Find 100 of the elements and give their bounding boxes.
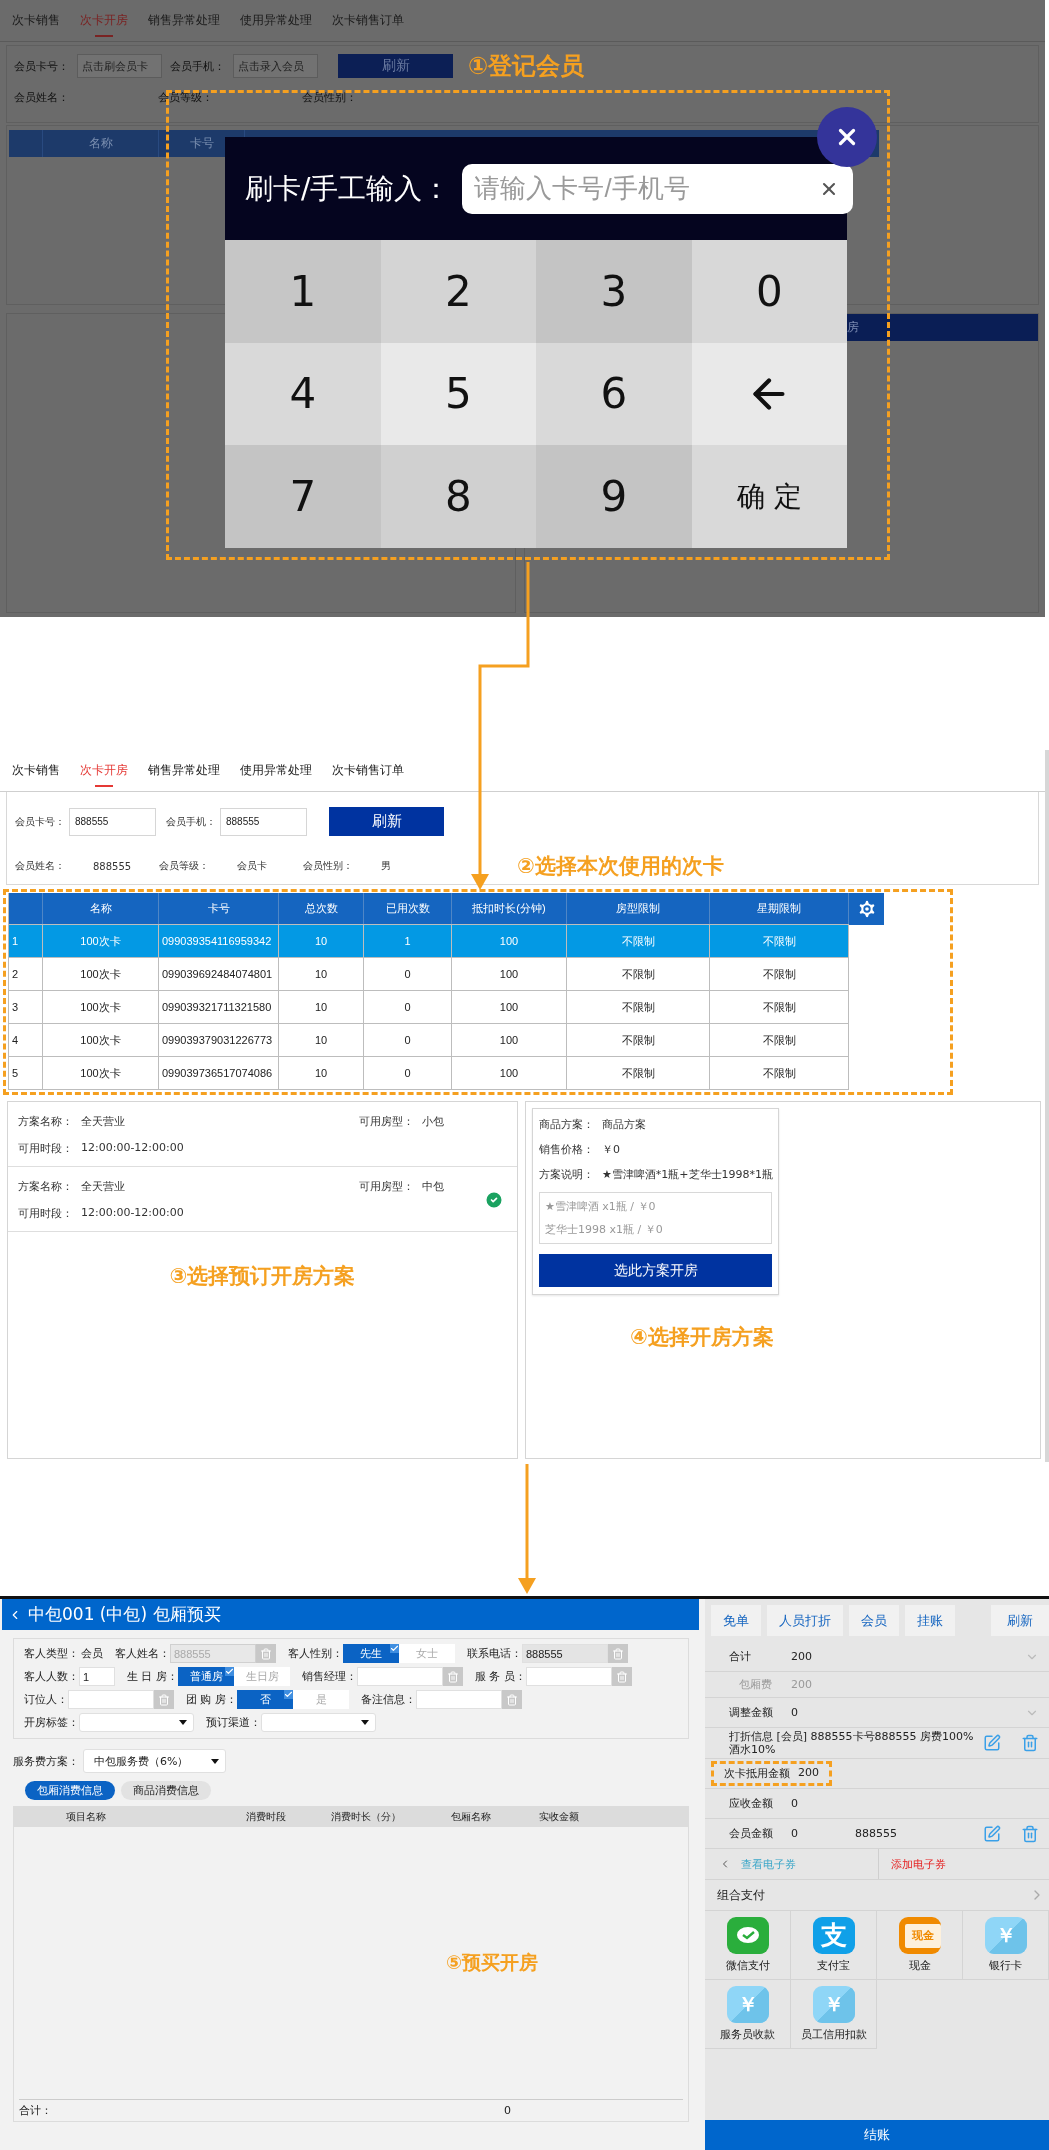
card-row[interactable]: 3 100次卡 099039321711321580 10 0 100 不限制 不限制 — [9, 991, 849, 1024]
text-field[interactable] — [416, 1690, 502, 1709]
tab[interactable]: 次卡开房 — [70, 750, 138, 791]
table-cell: 2 — [12, 968, 19, 980]
add-coupon-link[interactable]: 添加电子券 — [878, 1849, 1049, 1879]
edit-icon[interactable] — [983, 1734, 1001, 1752]
table-cell: 100次卡 — [80, 1032, 121, 1048]
backspace-key[interactable] — [691, 342, 847, 446]
column-header: 消费时段 — [246, 1810, 287, 1824]
confirm-key[interactable]: 确 定 — [691, 445, 847, 548]
text-field[interactable] — [526, 1667, 612, 1686]
table-cell: 099039692484074801 — [162, 968, 273, 980]
trash-icon — [158, 1693, 170, 1706]
phone-input[interactable]: 点击录入会员 — [233, 54, 318, 78]
table-cell: 10 — [314, 1001, 328, 1013]
payment-option[interactable]: 现金 现金 — [877, 1911, 963, 1980]
text-field[interactable] — [357, 1667, 443, 1686]
yen-icon: ￥ — [984, 1917, 1027, 1954]
trash-icon[interactable] — [1021, 1734, 1039, 1752]
toggle-option[interactable]: 否 — [237, 1690, 293, 1709]
digit-key[interactable]: 6 — [536, 342, 692, 446]
card-row[interactable]: 5 100次卡 099039736517074086 10 0 100 不限制 不限制 — [9, 1057, 849, 1090]
trash-icon — [612, 1647, 624, 1660]
tab[interactable]: 销售异常处理 — [138, 750, 230, 791]
total-value: 0 — [504, 2104, 511, 2117]
field-value: 全天营业 — [81, 1179, 125, 1194]
summary-row[interactable]: 调整金额 0 — [705, 1698, 1049, 1728]
delete-button[interactable] — [443, 1667, 463, 1686]
delete-button[interactable] — [612, 1667, 632, 1686]
toggle-option[interactable]: 先生 — [343, 1644, 399, 1663]
table-cell: 不限制 — [621, 933, 655, 949]
field-label: 服务费方案： — [13, 1753, 79, 1769]
digit-key[interactable]: 8 — [380, 445, 536, 548]
refresh-button[interactable]: 刷新 — [338, 54, 453, 78]
text-field[interactable]: 888555 — [522, 1644, 608, 1663]
member-input[interactable]: 888555 — [220, 807, 307, 836]
card-row[interactable]: 2 100次卡 099039692484074801 10 0 100 不限制 不限制 — [9, 958, 849, 991]
delete-button[interactable] — [502, 1690, 522, 1709]
table-cell: 不限制 — [762, 966, 796, 982]
payment-option[interactable]: ￥ 银行卡 — [963, 1911, 1049, 1980]
refresh-button[interactable]: 刷新 — [329, 807, 444, 836]
field-label: 联系电话： — [467, 1646, 522, 1661]
tab[interactable]: 次卡销售订单 — [322, 750, 414, 791]
text-field[interactable] — [68, 1690, 154, 1709]
summary-row[interactable]: 合计 200 — [705, 1642, 1049, 1672]
window-title: 中包001 (中包) 包厢预买 — [28, 1603, 221, 1626]
edit-icon[interactable] — [983, 1824, 1001, 1843]
text-field[interactable]: 1 — [79, 1667, 115, 1686]
delete-button[interactable] — [256, 1644, 276, 1663]
combined-payment-row[interactable]: 组合支付 — [705, 1880, 1049, 1911]
field-label: 备注信息： — [361, 1692, 416, 1707]
payment-option[interactable]: ￥ 员工信用扣款 — [791, 1980, 877, 2049]
trash-icon[interactable] — [1021, 1824, 1039, 1843]
digit-key[interactable]: 0 — [691, 240, 847, 343]
open-room-button[interactable]: 选此方案开房 — [539, 1254, 772, 1287]
digit-key[interactable]: 5 — [380, 342, 536, 446]
summary-label: 合计 — [729, 1649, 752, 1664]
table-cell: 不限制 — [762, 1032, 796, 1048]
tab[interactable]: 使用异常处理 — [230, 750, 322, 791]
check-icon — [284, 1690, 293, 1699]
digit-key[interactable]: 7 — [225, 445, 381, 548]
settings-button[interactable] — [849, 893, 884, 925]
payment-option[interactable]: 支 支付宝 — [791, 1911, 877, 1980]
payment-option[interactable]: 微信支付 — [705, 1911, 791, 1980]
table-cell: 099039736517074086 — [162, 1067, 273, 1079]
table-cell: 0 — [404, 1001, 411, 1013]
check-icon — [390, 1644, 399, 1653]
delete-button[interactable] — [608, 1644, 628, 1663]
action-button[interactable]: 免单 — [711, 1605, 761, 1636]
plan-item[interactable]: 方案名称： 全天营业 可用房型： 小包 可用时段： 12:00:00-12:00:00 — [8, 1102, 517, 1167]
dropdown[interactable] — [79, 1713, 194, 1732]
payment-option[interactable]: ￥ 服务员收款 — [705, 1980, 791, 2049]
tab[interactable]: 包厢消费信息 — [25, 1781, 115, 1800]
card-row[interactable]: 4 100次卡 099039379031226773 10 0 100 不限制 不限制 — [9, 1024, 849, 1057]
action-button[interactable]: 刷新 — [991, 1605, 1049, 1636]
digit-key[interactable]: 9 — [536, 445, 692, 548]
table-cell: 不限制 — [762, 1065, 796, 1081]
dropdown[interactable] — [261, 1713, 376, 1732]
member-input[interactable]: 888555 — [69, 807, 156, 836]
digit-key[interactable]: 1 — [225, 240, 381, 343]
toggle-option[interactable]: 普通房 — [178, 1667, 234, 1686]
plan-item[interactable]: 方案名称： 全天营业 可用房型： 中包 可用时段： 12:00:00-12:00:00 — [8, 1167, 517, 1232]
delete-button[interactable] — [154, 1690, 174, 1709]
digit-key[interactable]: 4 — [225, 342, 381, 446]
field-label: 服 务 员： — [475, 1669, 526, 1684]
action-button[interactable]: 人员打折 — [767, 1605, 843, 1636]
field-value: 888555 — [93, 860, 133, 872]
trash-icon — [616, 1670, 628, 1683]
digit-key[interactable]: 3 — [536, 240, 692, 343]
card-number-field[interactable]: 请输入卡号/手机号 — [462, 163, 854, 214]
summary-value: 0 — [791, 1827, 799, 1840]
card-input[interactable]: 点击刷会员卡 — [77, 54, 162, 78]
digit-key[interactable]: 2 — [380, 240, 536, 343]
action-button[interactable]: 挂账 — [905, 1605, 955, 1636]
action-button[interactable]: 会员 — [849, 1605, 899, 1636]
dropdown[interactable]: 中包服务费（6%） — [83, 1749, 226, 1773]
tab[interactable]: 商品消费信息 — [121, 1781, 211, 1800]
close-button[interactable] — [817, 107, 877, 167]
checkout-button[interactable]: 结账 — [705, 2120, 1049, 2150]
tab[interactable]: 次卡销售 — [2, 750, 70, 791]
